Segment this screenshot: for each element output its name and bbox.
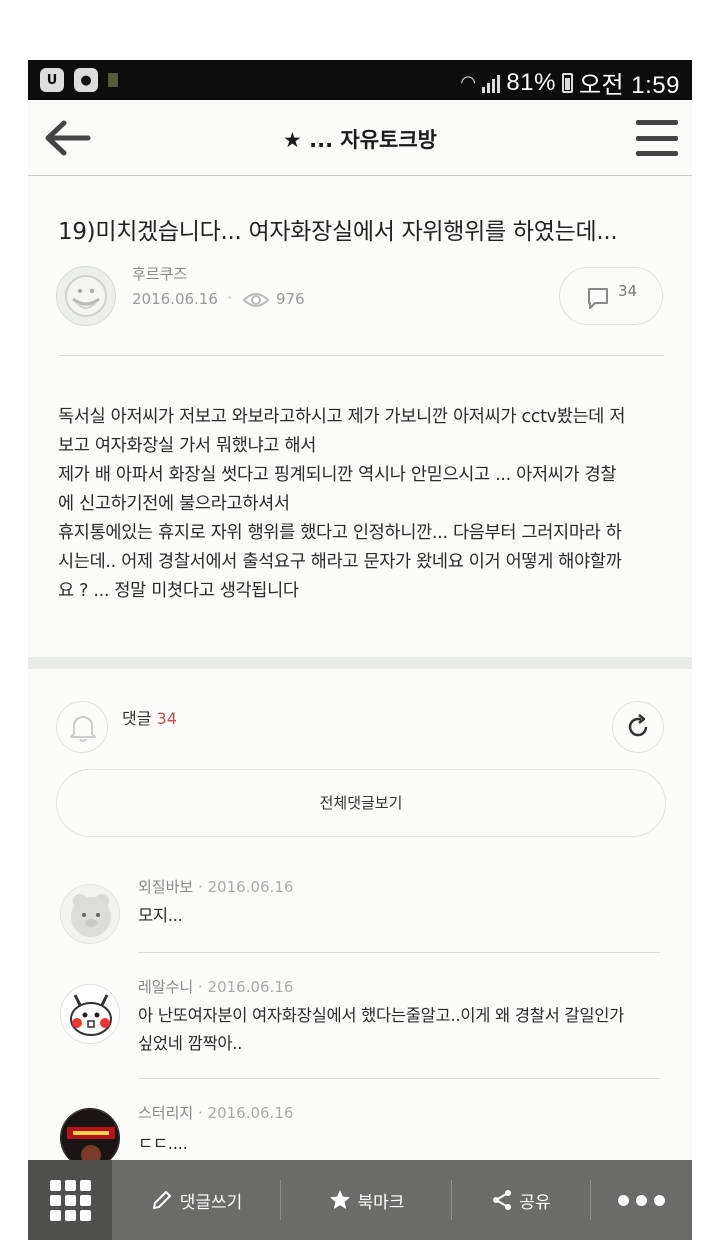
comment-count-button[interactable]: 34 (559, 267, 663, 325)
commenter-avatar[interactable] (60, 1108, 120, 1168)
bear-face-icon (61, 885, 119, 943)
divider (138, 952, 660, 953)
hamburger-menu-icon (636, 120, 678, 125)
wifi-icon: ◠ (460, 72, 477, 92)
eye-icon (242, 293, 270, 307)
separator-dot: · (227, 288, 233, 307)
divider (58, 355, 664, 356)
write-comment-button[interactable]: 댓글쓰기 (112, 1160, 280, 1240)
app-notification-icon: U (40, 68, 64, 92)
board-title: ★ ... 자유토크방 (283, 128, 437, 152)
avatar-face-icon (65, 275, 107, 317)
more-dots-icon (617, 1194, 665, 1206)
body-line: 에 신고하기전에 불으라고하셔서 (58, 494, 290, 514)
grid-icon (49, 1179, 91, 1221)
pencil-icon (152, 1191, 171, 1209)
commenter-avatar[interactable] (60, 984, 120, 1044)
comment-text: 모지... (138, 906, 183, 925)
comment-date-separator: · (197, 978, 208, 996)
comment-date: 2016.06.16 (207, 878, 294, 896)
commenter-avatar[interactable] (60, 884, 120, 944)
download-notification-icon (108, 73, 118, 87)
commenter-name[interactable]: 외질바보 (138, 878, 193, 896)
body-line: 시는데.. 어제 경찰서에서 출석요구 해라고 문자가 왔네요 이거 어떻게 해… (58, 552, 622, 572)
messenger-notification-icon: ● (74, 68, 98, 92)
author-avatar[interactable] (56, 266, 116, 326)
more-button[interactable] (591, 1160, 691, 1240)
comment-date-separator: · (197, 1104, 208, 1122)
speech-bubble-icon (588, 288, 608, 309)
bookmark-button[interactable]: 북마크 (281, 1160, 451, 1240)
comments-count: 34 (156, 709, 177, 728)
comment-text: 싶었네 깜짝아.. (138, 1034, 243, 1053)
share-icon (493, 1190, 512, 1210)
body-line: 보고 여자화장실 가서 뭐했냐고 해서 (58, 436, 317, 456)
signal-icon (482, 73, 501, 93)
view-count: 976 (276, 290, 305, 308)
comment-count: 34 (618, 282, 638, 300)
section-divider (28, 657, 692, 669)
battery-icon (561, 72, 573, 93)
commenter-name[interactable]: 레알수니 (138, 978, 193, 996)
body-line: 요 ? ... 정말 미쳣다고 생각됩니다 (58, 581, 299, 601)
share-button[interactable]: 공유 (452, 1160, 590, 1240)
clock: 오전 1:59 (578, 72, 680, 99)
view-all-comments-button[interactable]: 전체댓글보기 (56, 769, 666, 837)
comment-text: ㄷㄷ.... (138, 1134, 188, 1153)
commenter-name[interactable]: 스터리지 (138, 1104, 193, 1122)
post-title: 19)미치겠습니다... 여자화장실에서 자위행위를 하였는데... (58, 219, 618, 245)
post-date: 2016.06.16 (132, 290, 218, 308)
comments-heading: 댓글 34 (122, 705, 177, 729)
share-label: 공유 (519, 1192, 551, 1213)
star-icon (329, 1190, 350, 1209)
battery-percent: 81% (506, 68, 556, 96)
comment-date: 2016.06.16 (207, 978, 294, 996)
comment-date: 2016.06.16 (207, 1104, 294, 1122)
apps-grid-button[interactable] (28, 1160, 112, 1240)
app-screen: U ● ◠ 81% 오전 1:59 ★ ... 자유토크방 19)미치겠습니다.… (28, 60, 692, 1240)
bookmark-label: 북마크 (357, 1192, 405, 1213)
comment-text: 아 난또여자분이 여자화장실에서 했다는줄알고..이게 왜 경찰서 갈일인가 (138, 1006, 624, 1025)
divider (138, 1078, 660, 1079)
app-bar: ★ ... 자유토크방 (28, 100, 692, 176)
bell-icon (70, 716, 96, 742)
comment-date-separator: · (197, 878, 208, 896)
body-line: 휴지통에있는 휴지로 자위 행위를 했다고 인정하니깐... 다음부터 그러지마… (58, 523, 622, 543)
bottom-toolbar: 댓글쓰기 북마크 공유 (28, 1160, 692, 1240)
refresh-button[interactable] (612, 701, 664, 753)
refresh-icon (628, 714, 648, 737)
write-comment-label: 댓글쓰기 (179, 1192, 243, 1213)
rabbit-face-icon (61, 985, 119, 1043)
post-body: 독서실 아저씨가 저보고 와보라고하시고 제가 가보니깐 아저씨가 cctv봤는… (58, 403, 670, 606)
status-bar: U ● ◠ 81% 오전 1:59 (28, 60, 692, 100)
body-line: 제가 배 아파서 화장실 썻다고 핑계되니깐 역시나 안믿으시고 ... 아저씨… (58, 465, 617, 485)
author-name[interactable]: 후르쿠즈 (132, 263, 187, 284)
comments-label: 댓글 (122, 709, 152, 728)
notification-button[interactable] (56, 701, 108, 753)
body-line: 독서실 아저씨가 저보고 와보라고하시고 제가 가보니깐 아저씨가 cctv봤는… (58, 407, 626, 427)
menu-button[interactable] (636, 120, 678, 156)
